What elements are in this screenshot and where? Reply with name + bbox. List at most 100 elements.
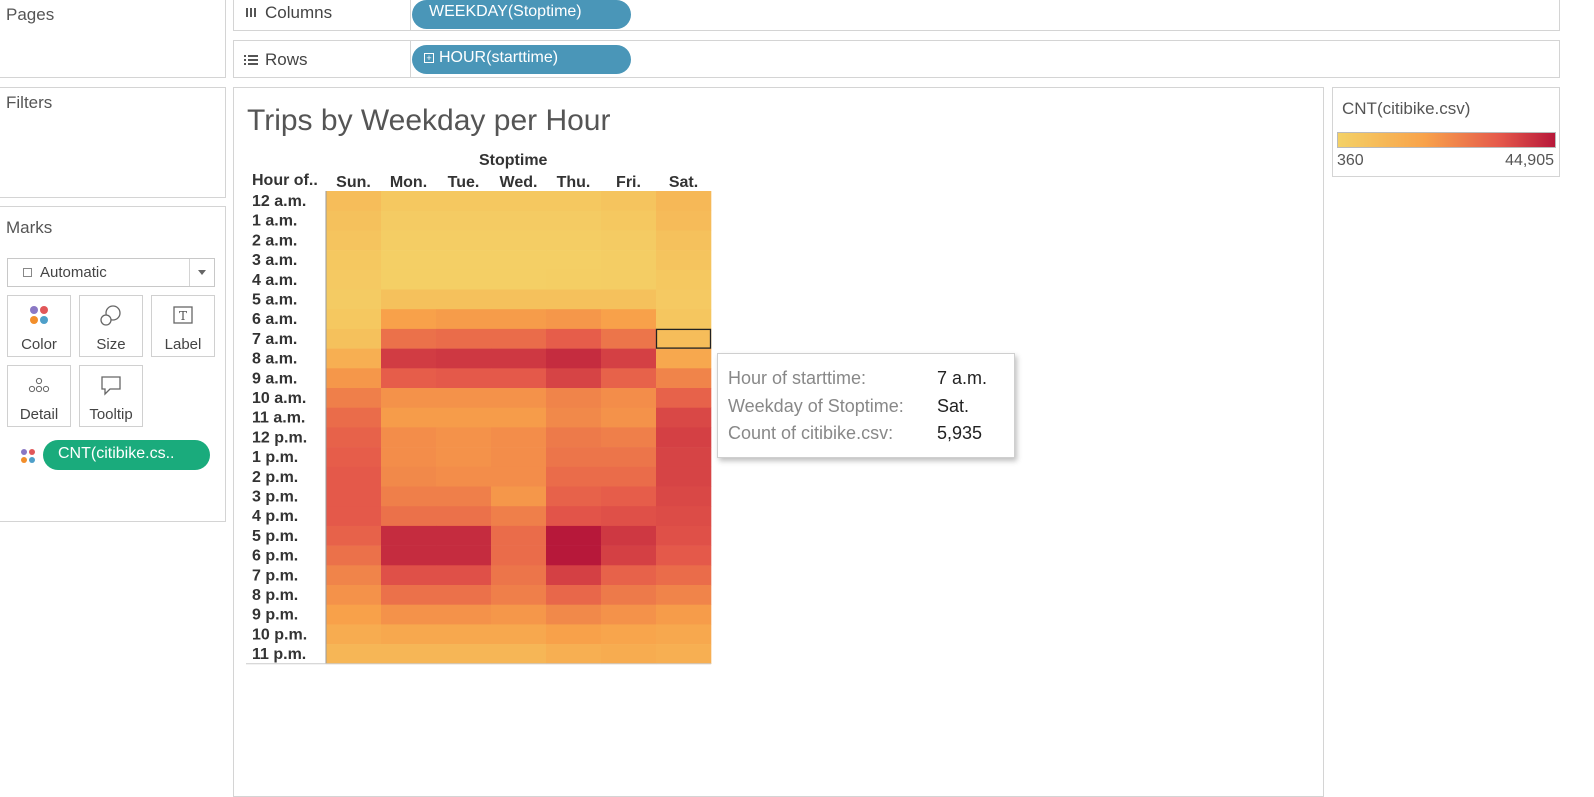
heatmap-cell[interactable] bbox=[381, 309, 437, 330]
heatmap-cell[interactable] bbox=[546, 624, 602, 645]
heatmap-cell[interactable] bbox=[326, 250, 382, 271]
heatmap-cell[interactable] bbox=[491, 309, 547, 330]
heatmap-cell[interactable] bbox=[436, 447, 492, 468]
heatmap-cell[interactable] bbox=[491, 466, 547, 487]
heatmap-cell[interactable] bbox=[491, 447, 547, 468]
heatmap-cell[interactable] bbox=[491, 624, 547, 645]
heatmap-cell[interactable] bbox=[491, 269, 547, 290]
heatmap-cell[interactable] bbox=[436, 348, 492, 369]
heatmap-cell[interactable] bbox=[546, 289, 602, 310]
heatmap-cell[interactable] bbox=[656, 585, 712, 605]
heatmap-cell[interactable] bbox=[491, 289, 547, 310]
heatmap-cell[interactable] bbox=[491, 368, 547, 389]
heatmap-cell[interactable] bbox=[491, 328, 547, 349]
heatmap-cell[interactable] bbox=[436, 191, 492, 211]
heatmap-cell[interactable] bbox=[546, 230, 602, 251]
heatmap-cell[interactable] bbox=[326, 309, 382, 330]
heatmap-cell[interactable] bbox=[546, 269, 602, 290]
heatmap-cell[interactable] bbox=[546, 525, 602, 546]
heatmap-cell[interactable] bbox=[326, 230, 382, 251]
heatmap-cell[interactable] bbox=[656, 624, 712, 645]
heatmap-cell[interactable] bbox=[436, 407, 492, 428]
heatmap-cell[interactable] bbox=[601, 427, 657, 448]
heatmap-cell[interactable] bbox=[656, 388, 712, 408]
heatmap-cell[interactable] bbox=[601, 191, 657, 211]
heatmap-cell[interactable] bbox=[546, 585, 602, 605]
heatmap-cell[interactable] bbox=[381, 506, 437, 527]
heatmap-cell[interactable] bbox=[381, 624, 437, 645]
heatmap-cell[interactable] bbox=[436, 604, 492, 625]
heatmap-cell[interactable] bbox=[326, 368, 382, 389]
heatmap-cell[interactable] bbox=[601, 210, 657, 231]
heatmap-cell[interactable] bbox=[656, 289, 712, 310]
heatmap-cell[interactable] bbox=[436, 565, 492, 586]
heatmap-cell[interactable] bbox=[601, 447, 657, 468]
heatmap-cell[interactable] bbox=[656, 565, 712, 586]
heatmap-cell[interactable] bbox=[656, 525, 712, 546]
heatmap-cell[interactable] bbox=[601, 466, 657, 487]
heatmap-cell[interactable] bbox=[601, 624, 657, 645]
heatmap-cell[interactable] bbox=[546, 466, 602, 487]
heatmap-cell[interactable] bbox=[381, 210, 437, 231]
heatmap-cell[interactable] bbox=[491, 230, 547, 251]
heatmap-cell[interactable] bbox=[326, 388, 382, 408]
heatmap-cell[interactable] bbox=[546, 210, 602, 231]
heatmap-cell[interactable] bbox=[546, 565, 602, 586]
heatmap-cell[interactable] bbox=[546, 506, 602, 527]
heatmap-cell[interactable] bbox=[326, 407, 382, 428]
heatmap-cell[interactable] bbox=[381, 328, 437, 349]
heatmap-cell[interactable] bbox=[381, 545, 437, 566]
heatmap-cell[interactable] bbox=[546, 191, 602, 211]
heatmap-cell[interactable] bbox=[601, 368, 657, 389]
heatmap-cell[interactable] bbox=[491, 545, 547, 566]
heatmap-cell[interactable] bbox=[436, 486, 492, 507]
mark-type-dropdown[interactable]: Automatic bbox=[7, 258, 215, 287]
heatmap-cell[interactable] bbox=[381, 604, 437, 625]
heatmap-cell[interactable] bbox=[656, 604, 712, 625]
heatmap-cell[interactable] bbox=[656, 309, 712, 330]
heatmap-cell[interactable] bbox=[436, 525, 492, 546]
heatmap-cell[interactable] bbox=[381, 447, 437, 468]
heatmap-cell[interactable] bbox=[546, 348, 602, 369]
heatmap-cell[interactable] bbox=[326, 565, 382, 586]
heatmap-cell[interactable] bbox=[656, 506, 712, 527]
heatmap-cell[interactable] bbox=[381, 388, 437, 408]
heatmap-cell[interactable] bbox=[436, 644, 492, 665]
heatmap-cell[interactable] bbox=[601, 328, 657, 349]
heatmap-cell[interactable] bbox=[656, 230, 712, 251]
pages-shelf[interactable]: Pages bbox=[0, 0, 226, 78]
heatmap-cell[interactable] bbox=[601, 289, 657, 310]
color-card[interactable]: Color bbox=[7, 295, 71, 357]
heatmap-cell[interactable] bbox=[381, 525, 437, 546]
heatmap-cell[interactable] bbox=[601, 348, 657, 369]
heatmap-cell[interactable] bbox=[491, 388, 547, 408]
heatmap-cell[interactable] bbox=[546, 388, 602, 408]
rows-shelf[interactable]: Rows + HOUR(starttime) bbox=[233, 40, 1560, 78]
size-card[interactable]: Size bbox=[79, 295, 143, 357]
heatmap-cell[interactable] bbox=[491, 585, 547, 605]
heatmap-cell[interactable] bbox=[656, 486, 712, 507]
heatmap-cell[interactable] bbox=[326, 585, 382, 605]
heatmap-cell[interactable] bbox=[326, 506, 382, 527]
columns-pill[interactable]: WEEKDAY(Stoptime) bbox=[412, 0, 631, 29]
heatmap-cell[interactable] bbox=[656, 250, 712, 271]
heatmap-cell[interactable] bbox=[491, 191, 547, 211]
heatmap-cell[interactable] bbox=[436, 210, 492, 231]
heatmap-cell[interactable] bbox=[436, 309, 492, 330]
heatmap-cell[interactable] bbox=[491, 604, 547, 625]
heatmap-cell[interactable] bbox=[656, 447, 712, 468]
heatmap-cell[interactable] bbox=[436, 585, 492, 605]
heatmap-cell[interactable] bbox=[656, 210, 712, 231]
heatmap-cell[interactable] bbox=[436, 545, 492, 566]
heatmap-cell[interactable] bbox=[436, 368, 492, 389]
heatmap-cell[interactable] bbox=[326, 269, 382, 290]
heatmap-cell[interactable] bbox=[491, 506, 547, 527]
heatmap-cell[interactable] bbox=[601, 269, 657, 290]
heatmap-cell[interactable] bbox=[491, 525, 547, 546]
heatmap-cell[interactable] bbox=[546, 309, 602, 330]
heatmap-cell[interactable] bbox=[436, 624, 492, 645]
heatmap-cell[interactable] bbox=[601, 407, 657, 428]
heatmap-cell[interactable] bbox=[546, 328, 602, 349]
heatmap-cell[interactable] bbox=[546, 604, 602, 625]
heatmap-cell[interactable] bbox=[491, 565, 547, 586]
